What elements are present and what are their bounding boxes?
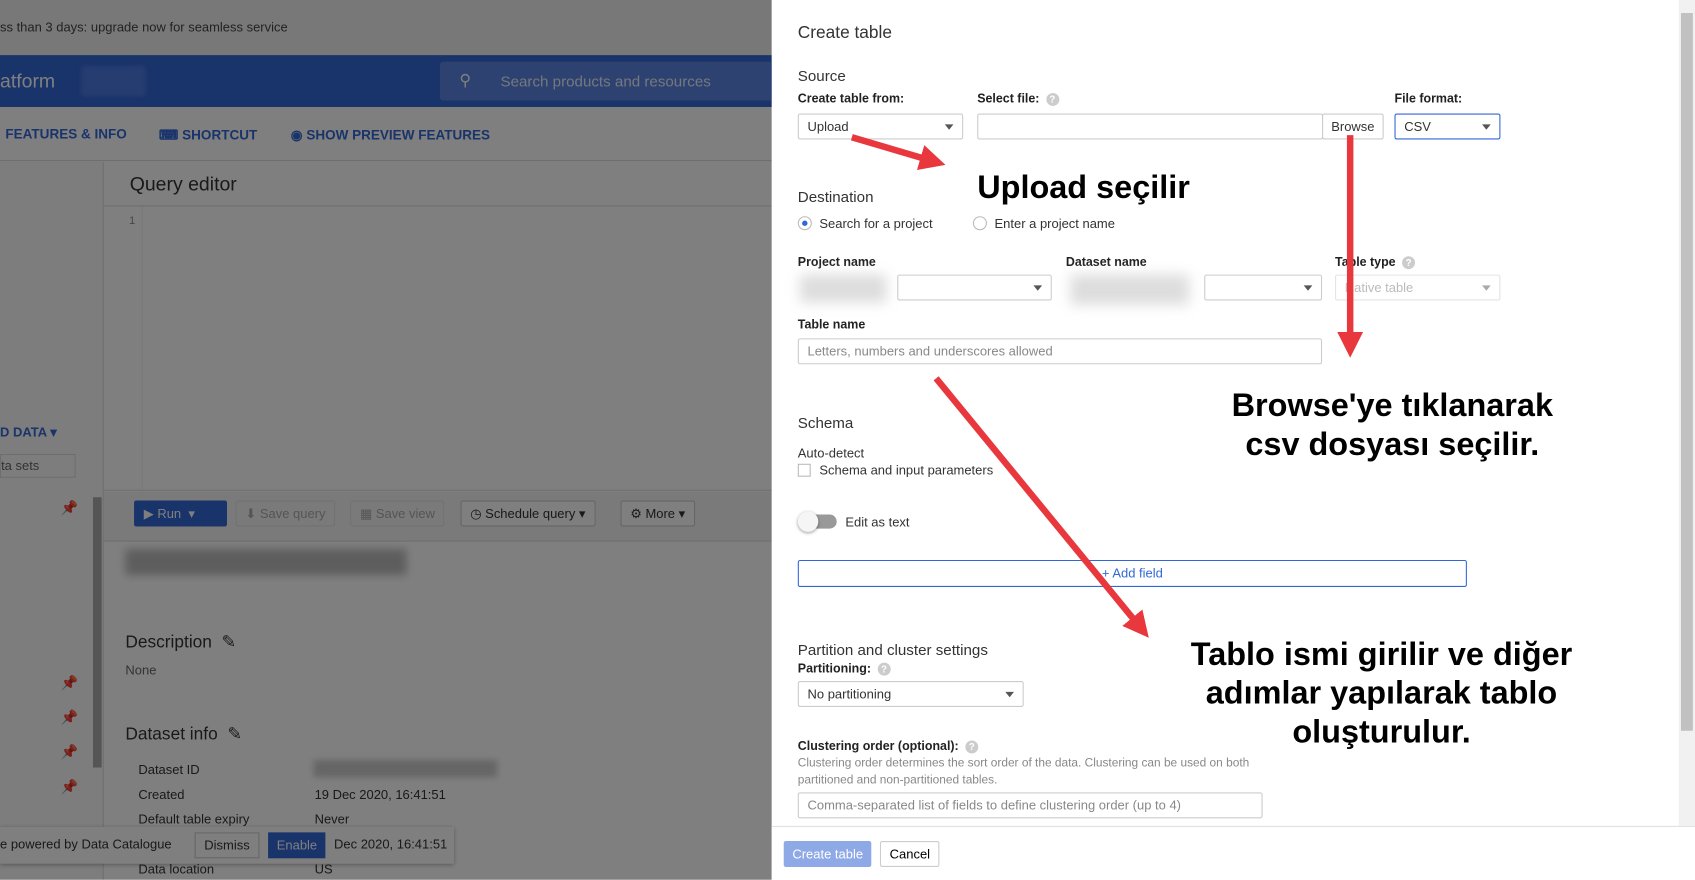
arrow-to-upload	[850, 134, 946, 171]
scrollbar-thumb[interactable]	[1680, 12, 1693, 731]
cancel-button[interactable]: Cancel	[879, 841, 940, 867]
arrow-from-table-name	[933, 376, 1149, 638]
background-app: ss than 3 days: upgrade now for seamless…	[0, 0, 772, 880]
panel-scrollbar[interactable]	[1678, 0, 1695, 826]
annotation-arrows	[850, 134, 1364, 638]
create-table-button[interactable]: Create table	[783, 841, 872, 867]
create-table-panel: Create table Source Create table from: U…	[771, 0, 1695, 880]
panel-footer: Create table Cancel	[771, 825, 1695, 880]
modal-backdrop[interactable]	[0, 0, 772, 880]
